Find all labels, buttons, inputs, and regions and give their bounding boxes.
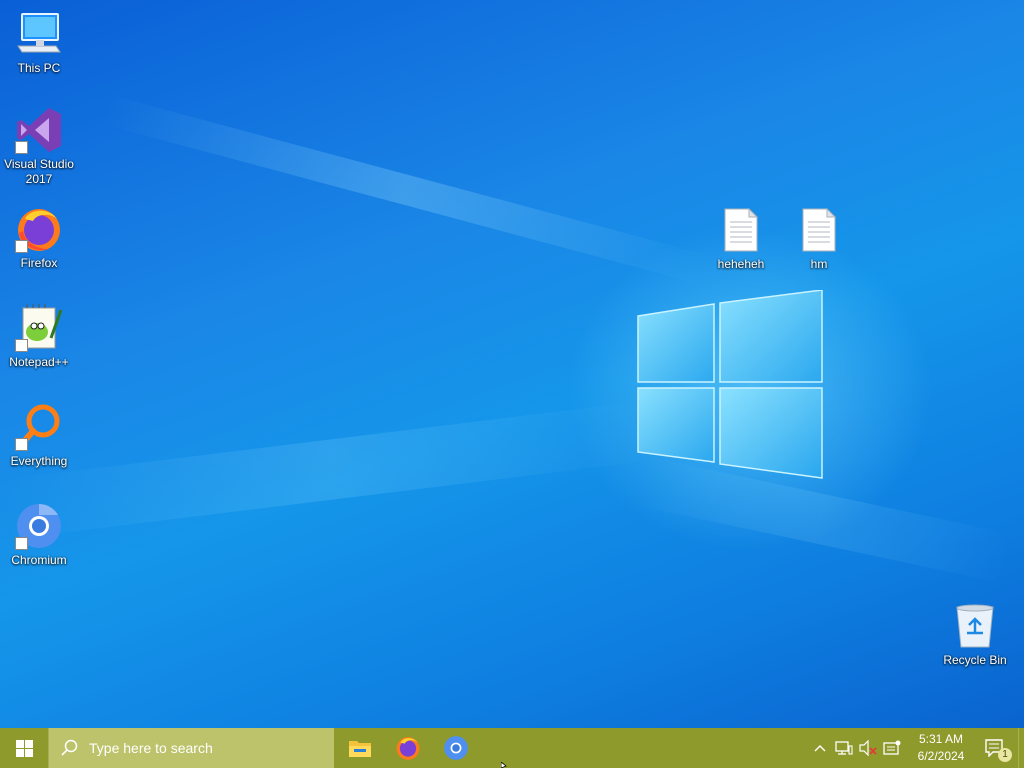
shortcut-arrow-icon <box>15 537 28 550</box>
show-hidden-icons-button[interactable] <box>808 728 832 768</box>
volume-muted-icon <box>859 740 877 756</box>
desktop-icon-label: heheheh <box>717 257 765 271</box>
desktop-icon-everything[interactable]: Everything <box>0 403 78 469</box>
desktop-icon-firefox[interactable]: Firefox <box>0 205 78 271</box>
desktop-file-heheheh[interactable]: heheheh <box>702 206 780 272</box>
start-button[interactable] <box>0 728 48 768</box>
desktop-icon-notepadpp[interactable]: Notepad++ <box>0 304 78 370</box>
this-pc-icon <box>15 10 63 58</box>
windows-logo-wallpaper <box>637 290 823 479</box>
desktop-icon-label: Everything <box>10 454 68 468</box>
taskbar-file-explorer[interactable] <box>336 728 384 768</box>
action-center-button[interactable]: 1 <box>972 728 1018 768</box>
desktop-icon-label: Chromium <box>11 553 67 567</box>
notepadpp-icon <box>15 304 63 352</box>
network-button[interactable] <box>832 728 856 768</box>
chromium-icon <box>15 502 63 550</box>
chromium-icon <box>444 736 468 760</box>
desktop-icon-label: Recycle Bin <box>943 653 1007 667</box>
light-beam <box>102 95 709 285</box>
taskbar-chromium[interactable] <box>432 728 480 768</box>
visual-studio-icon <box>15 106 63 154</box>
text-file-icon <box>717 206 765 254</box>
desktop-icon-this-pc[interactable]: This PC <box>0 10 78 76</box>
desktop-icon-label: hm <box>810 257 828 271</box>
volume-button[interactable] <box>856 728 880 768</box>
desktop-icon-label: This PC <box>17 61 61 75</box>
firefox-icon <box>396 737 420 760</box>
taskbar: Type here to search 5:31 AM 6/2/2024 1 <box>0 728 1024 768</box>
desktop-icon-chromium[interactable]: Chromium <box>0 502 78 568</box>
desktop-file-hm[interactable]: hm <box>780 206 858 272</box>
everything-icon <box>15 403 63 451</box>
shortcut-arrow-icon <box>15 141 28 154</box>
input-indicator-button[interactable] <box>880 728 904 768</box>
desktop-icon-recycle-bin[interactable]: Recycle Bin <box>936 602 1014 668</box>
search-placeholder: Type here to search <box>89 740 213 756</box>
firefox-icon <box>15 205 63 253</box>
shortcut-arrow-icon <box>15 438 28 451</box>
taskbar-firefox[interactable] <box>384 728 432 768</box>
desktop-icon-label: Visual Studio 2017 <box>4 157 74 186</box>
search-icon <box>61 739 78 756</box>
keyboard-icon <box>883 740 901 755</box>
shortcut-arrow-icon <box>15 240 28 253</box>
show-desktop-button[interactable] <box>1018 728 1024 768</box>
chevron-up-icon <box>814 745 826 752</box>
recycle-bin-icon <box>951 602 999 650</box>
file-explorer-icon <box>349 741 371 757</box>
text-file-icon <box>795 206 843 254</box>
shortcut-arrow-icon <box>15 339 28 352</box>
clock-time: 5:31 AM <box>918 732 964 746</box>
desktop[interactable]: This PC Visual Studio 2017 Firefox Notep… <box>0 0 1024 728</box>
desktop-icon-label: Firefox <box>20 256 58 270</box>
system-tray: 5:31 AM 6/2/2024 1 <box>808 728 1024 768</box>
notification-badge: 1 <box>998 748 1012 762</box>
clock-date: 6/2/2024 <box>917 749 965 763</box>
desktop-icon-label: Notepad++ <box>9 355 69 369</box>
network-icon <box>835 741 853 755</box>
light-beam <box>0 399 663 540</box>
mouse-cursor-icon <box>501 762 507 768</box>
desktop-icon-visual-studio[interactable]: Visual Studio 2017 <box>0 106 78 187</box>
clock[interactable]: 5:31 AM 6/2/2024 <box>910 728 972 768</box>
search-box[interactable]: Type here to search <box>48 728 334 768</box>
windows-start-icon <box>15 739 33 757</box>
